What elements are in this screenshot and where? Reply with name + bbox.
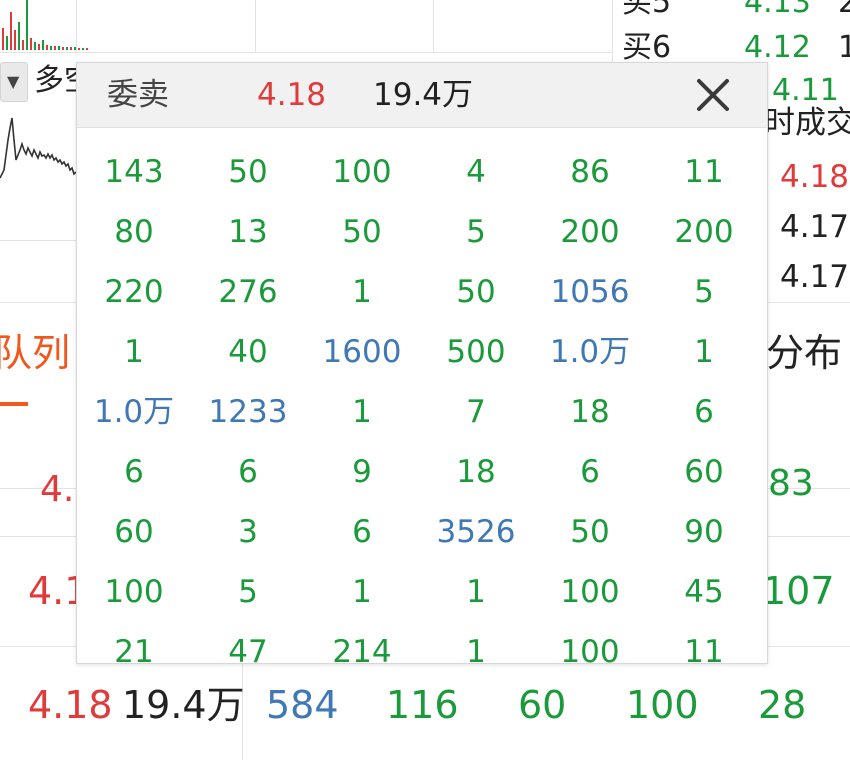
realtime-price: 4.17	[780, 259, 850, 295]
order-cell: 18	[570, 394, 610, 430]
order-cell: 1	[124, 334, 144, 370]
right-volume-partial: 107	[762, 569, 835, 613]
order-grid: 143 50 100 4 86 11 80 13 50 5 200 200 220 276 1 50 1056 5…	[77, 127, 767, 664]
order-cell: 50	[570, 514, 610, 550]
order-cell: 21	[114, 634, 154, 664]
order-cell: 11	[684, 154, 724, 190]
order-cell: 13	[228, 214, 268, 250]
order-cell: 3	[238, 514, 258, 550]
popup-volume: 19.4万	[373, 77, 474, 113]
volume-bars	[2, 0, 88, 50]
order-cell: 86	[570, 154, 610, 190]
order-cell: 5	[238, 574, 258, 610]
bottom-order: 100	[626, 683, 699, 727]
order-cell: 200	[674, 214, 734, 250]
order-cell: 60	[684, 454, 724, 490]
order-cell: 1056	[550, 274, 630, 310]
order-cell: 6	[238, 454, 258, 490]
order-cell: 1	[352, 274, 372, 310]
buy-row-label: 买5	[622, 0, 672, 20]
order-cell: 3526	[436, 514, 516, 550]
popup-title: 委卖	[107, 77, 169, 113]
order-cell: 100	[560, 574, 620, 610]
order-cell: 220	[104, 274, 164, 310]
distribution-tab[interactable]: 分布	[766, 334, 842, 372]
order-cell: 276	[218, 274, 278, 310]
order-cell: 80	[114, 214, 154, 250]
queue-tab[interactable]: 队列	[0, 334, 70, 372]
order-cell: 1.0万	[549, 334, 631, 370]
order-cell: 50	[228, 154, 268, 190]
order-cell: 1600	[322, 334, 402, 370]
order-cell: 1.0万	[93, 394, 175, 430]
volume-bars-chart	[2, 0, 88, 50]
bottom-order: 584	[266, 683, 339, 727]
popup-price: 4.18	[257, 77, 327, 113]
chevron-down-icon: ▼	[7, 72, 20, 91]
order-cell: 6	[580, 454, 600, 490]
order-cell: 214	[332, 634, 392, 664]
order-cell: 200	[560, 214, 620, 250]
bottom-price: 4.18	[28, 683, 113, 727]
order-cell: 7	[466, 394, 486, 430]
intraday-line-chart	[0, 117, 76, 179]
bottom-order: 60	[518, 683, 567, 727]
order-cell: 9	[352, 454, 372, 490]
close-icon	[697, 79, 729, 111]
popup-header: 委卖 4.18 19.4万	[77, 63, 767, 128]
order-cell: 100	[104, 574, 164, 610]
order-cell: 45	[684, 574, 724, 610]
order-cell: 500	[446, 334, 506, 370]
order-cell: 5	[694, 274, 714, 310]
order-cell: 6	[124, 454, 144, 490]
divider	[0, 240, 76, 241]
realtime-price: 4.18	[780, 159, 850, 195]
order-cell: 100	[560, 634, 620, 664]
buy-row-label: 买6	[622, 30, 672, 65]
order-cell: 47	[228, 634, 268, 664]
bottom-volume: 19.4万	[122, 683, 245, 727]
order-cell: 1	[466, 634, 486, 664]
active-tab-underline	[0, 402, 28, 406]
buy-row-price: 4.13	[744, 0, 811, 20]
order-cell: 143	[104, 154, 164, 190]
order-cell: 1	[466, 574, 486, 610]
order-cell: 1	[694, 334, 714, 370]
order-cell: 90	[684, 514, 724, 550]
order-cell: 11	[684, 634, 724, 664]
divider	[0, 52, 612, 53]
order-cell: 6	[694, 394, 714, 430]
divider	[433, 0, 434, 52]
sell-queue-popup: 委卖 4.18 19.4万 143 50 100 4 86 11 80 13 50 5 200 200…	[76, 62, 768, 664]
buy-row-price: 4.11	[772, 73, 839, 108]
order-cell: 50	[456, 274, 496, 310]
right-volume-partial: 83	[768, 463, 814, 504]
realtime-price: 4.17	[780, 209, 850, 245]
order-cell: 5	[466, 214, 486, 250]
price-line	[0, 117, 76, 179]
order-cell: 1	[352, 394, 372, 430]
order-cell: 18	[456, 454, 496, 490]
buy-row-price: 4.12	[744, 30, 811, 65]
order-cell: 4	[466, 154, 486, 190]
buy-row-volume: 2	[838, 0, 850, 20]
close-button[interactable]	[693, 75, 733, 115]
realtime-trades-header: 时成交	[764, 105, 850, 141]
bottom-order: 116	[386, 683, 459, 727]
buy-row-volume: 1	[838, 30, 850, 65]
order-cell: 100	[332, 154, 392, 190]
divider	[255, 0, 256, 52]
chart-dropdown[interactable]: ▼	[0, 62, 28, 102]
order-cell: 1	[352, 574, 372, 610]
order-cell: 50	[342, 214, 382, 250]
order-cell: 1233	[208, 394, 288, 430]
order-cell: 6	[352, 514, 372, 550]
order-cell: 60	[114, 514, 154, 550]
bottom-order: 28	[758, 683, 807, 727]
order-cell: 40	[228, 334, 268, 370]
